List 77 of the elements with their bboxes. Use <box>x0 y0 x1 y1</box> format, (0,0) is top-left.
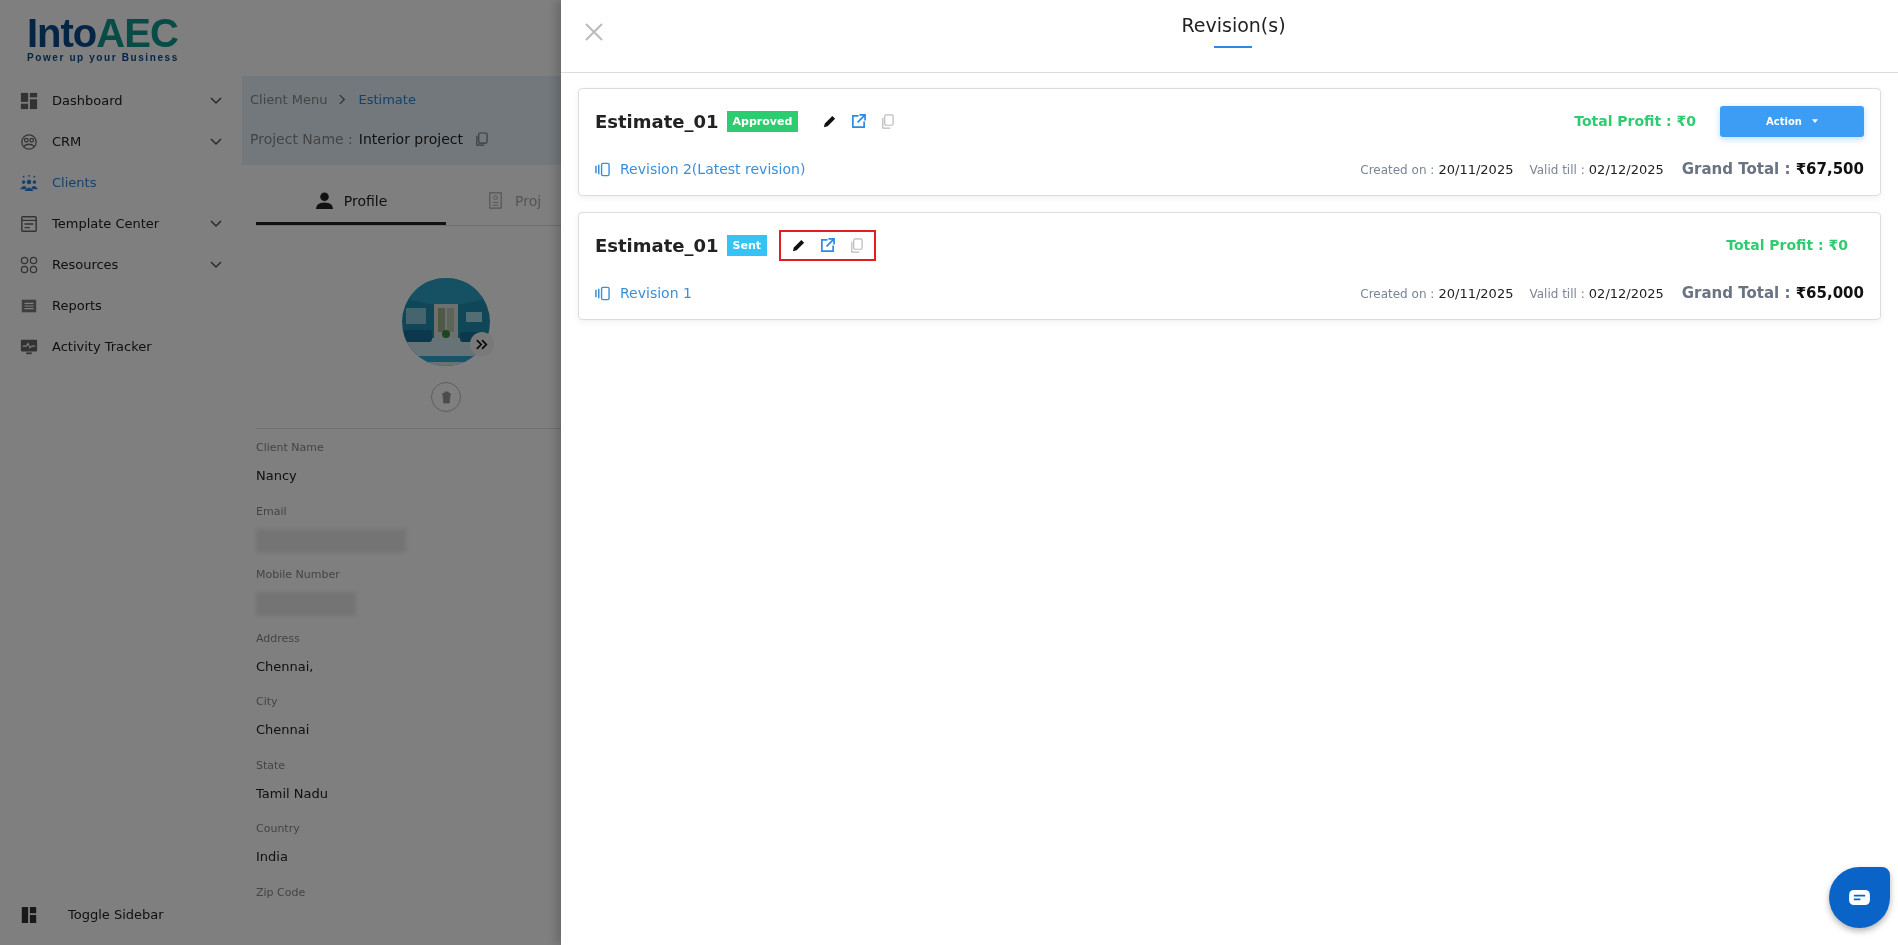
project-name: Interior project <box>358 131 463 147</box>
copy-icon[interactable] <box>474 131 488 147</box>
pencil-icon[interactable] <box>791 237 807 253</box>
field-label: City <box>256 694 279 710</box>
resources-icon <box>20 255 38 274</box>
next-button[interactable] <box>470 332 494 356</box>
field-label: Zip Code <box>256 884 307 901</box>
field-label: Country <box>256 821 301 837</box>
field-label: Mobile Number <box>256 567 341 583</box>
nav-label: Resources <box>52 257 120 272</box>
tab[interactable]: Profile <box>256 179 446 225</box>
dashboard-icon <box>20 91 38 110</box>
field-label: State <box>256 757 287 774</box>
revision-link[interactable]: Revision 1 <box>595 285 692 301</box>
field-value: Tamil Nadu <box>256 785 329 801</box>
double-chevron-right-icon <box>476 338 488 350</box>
nav-label: CRM <box>52 134 83 149</box>
revision-link[interactable]: Revision 2(Latest revision) <box>595 161 806 177</box>
logo: IntoAEC Power up your Business <box>27 13 179 63</box>
field-label: Address <box>256 630 301 647</box>
nav-label: Template Center <box>52 216 161 231</box>
status-badge: Approved <box>726 110 799 132</box>
estimate-name: Estimate_01 <box>595 234 719 256</box>
field-value: Nancy <box>256 468 298 483</box>
copy-icon[interactable] <box>849 237 865 253</box>
sidebar-item[interactable]: Resources <box>0 244 242 285</box>
chevron-down-icon <box>210 96 222 105</box>
total-profit: Total Profit : ₹0 <box>1726 237 1848 253</box>
layout-icon <box>20 905 38 924</box>
versions-icon <box>595 285 610 301</box>
chevron-down-icon <box>210 137 222 146</box>
estimate-name: Estimate_01 <box>595 110 719 132</box>
template-icon <box>20 214 38 233</box>
sidebar-item[interactable]: Reports <box>0 285 242 326</box>
breadcrumb-current: Estimate <box>358 92 416 107</box>
created-date: Created on : 20/11/2025 <box>1360 161 1514 177</box>
grand-total: Grand Total : ₹67,500 <box>1681 160 1864 178</box>
chevron-down-icon <box>210 219 222 228</box>
external-link-icon[interactable] <box>820 237 836 253</box>
person-icon <box>314 191 334 210</box>
versions-icon <box>595 161 610 177</box>
sidebar-item[interactable]: Template Center <box>0 203 242 244</box>
sidebar-item[interactable]: CRM <box>0 121 242 162</box>
field-label: Email <box>256 503 288 520</box>
field-value: Chennai, <box>256 658 315 674</box>
people-icon <box>20 173 38 192</box>
document-icon <box>486 191 505 210</box>
nav-label: Dashboard <box>52 93 124 108</box>
status-badge: Sent <box>726 234 768 256</box>
drawer-title: Revision(s) <box>1181 14 1286 36</box>
created-date: Created on : 20/11/2025 <box>1360 285 1514 301</box>
chevron-right-icon <box>339 94 347 105</box>
field-value: Chennai <box>256 722 311 737</box>
sidebar-item[interactable]: Dashboard <box>0 80 242 121</box>
field-label: Client Name <box>256 440 325 456</box>
sidebar-item[interactable]: Activity Tracker <box>0 326 242 367</box>
valid-date: Valid till : 02/12/2025 <box>1529 161 1664 177</box>
caret-icon <box>1811 119 1818 123</box>
nav-label: Clients <box>52 175 98 190</box>
field-value: India <box>256 849 289 864</box>
grand-total: Grand Total : ₹65,000 <box>1681 284 1864 302</box>
trash-icon <box>440 390 452 404</box>
chat-icon <box>1848 889 1871 906</box>
valid-date: Valid till : 02/12/2025 <box>1529 285 1664 301</box>
close-icon[interactable] <box>584 22 604 42</box>
nav-label: Reports <box>52 298 103 313</box>
sidebar-item[interactable]: Clients <box>0 162 242 203</box>
pencil-icon[interactable] <box>822 113 838 129</box>
toggle-sidebar-button[interactable]: Toggle Sidebar <box>0 894 242 935</box>
total-profit: Total Profit : ₹0 <box>1574 113 1696 129</box>
chevron-down-icon <box>210 260 222 269</box>
action-button[interactable]: Action <box>1720 105 1864 137</box>
nav-label: Activity Tracker <box>52 339 153 354</box>
monitor-icon <box>20 337 38 356</box>
project-label: Project Name : <box>250 131 353 147</box>
external-link-icon[interactable] <box>851 113 867 129</box>
copy-icon[interactable] <box>880 113 896 129</box>
